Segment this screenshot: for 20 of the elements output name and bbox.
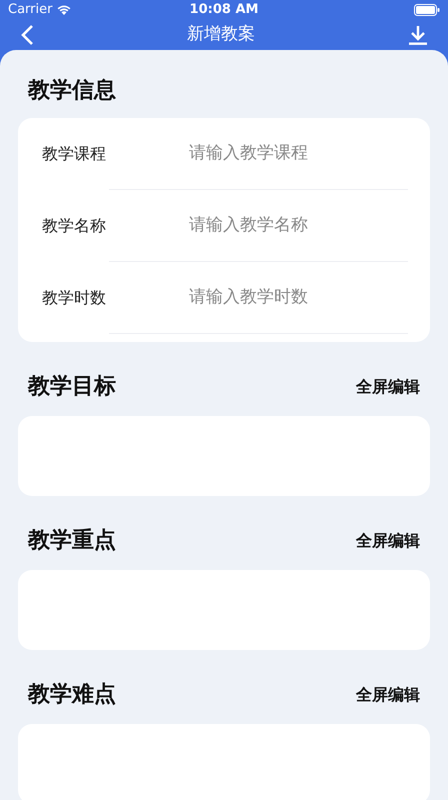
back-icon [20, 24, 34, 46]
input-field[interactable]: 请输入教学时数 [109, 262, 408, 334]
section-title: 教学信息 [26, 76, 117, 104]
fullscreen-edit-link[interactable]: 全屏编辑 [356, 682, 420, 706]
section-title: 教学重点 [28, 526, 116, 554]
fullscreen-edit-link[interactable]: 全屏编辑 [356, 528, 420, 552]
input-field[interactable]: 请输入教学名称 [109, 190, 408, 262]
page-title: 新增教案 [187, 22, 255, 46]
carrier-label: Carrier [8, 1, 52, 19]
fullscreen-edit-link[interactable]: 全屏编辑 [356, 374, 420, 398]
input-field[interactable]: 请输入教学课程 [109, 118, 408, 190]
field-label: 教学课程 [42, 142, 107, 164]
field-label: 教学时数 [42, 286, 107, 308]
wifi-icon [56, 4, 72, 16]
battery-icon [414, 4, 440, 16]
download-icon [408, 24, 428, 46]
section-title: 教学目标 [28, 372, 116, 400]
status-time: 10:08 AM [190, 1, 258, 19]
field-label: 教学名称 [42, 214, 107, 236]
section-title: 教学难点 [28, 680, 116, 708]
